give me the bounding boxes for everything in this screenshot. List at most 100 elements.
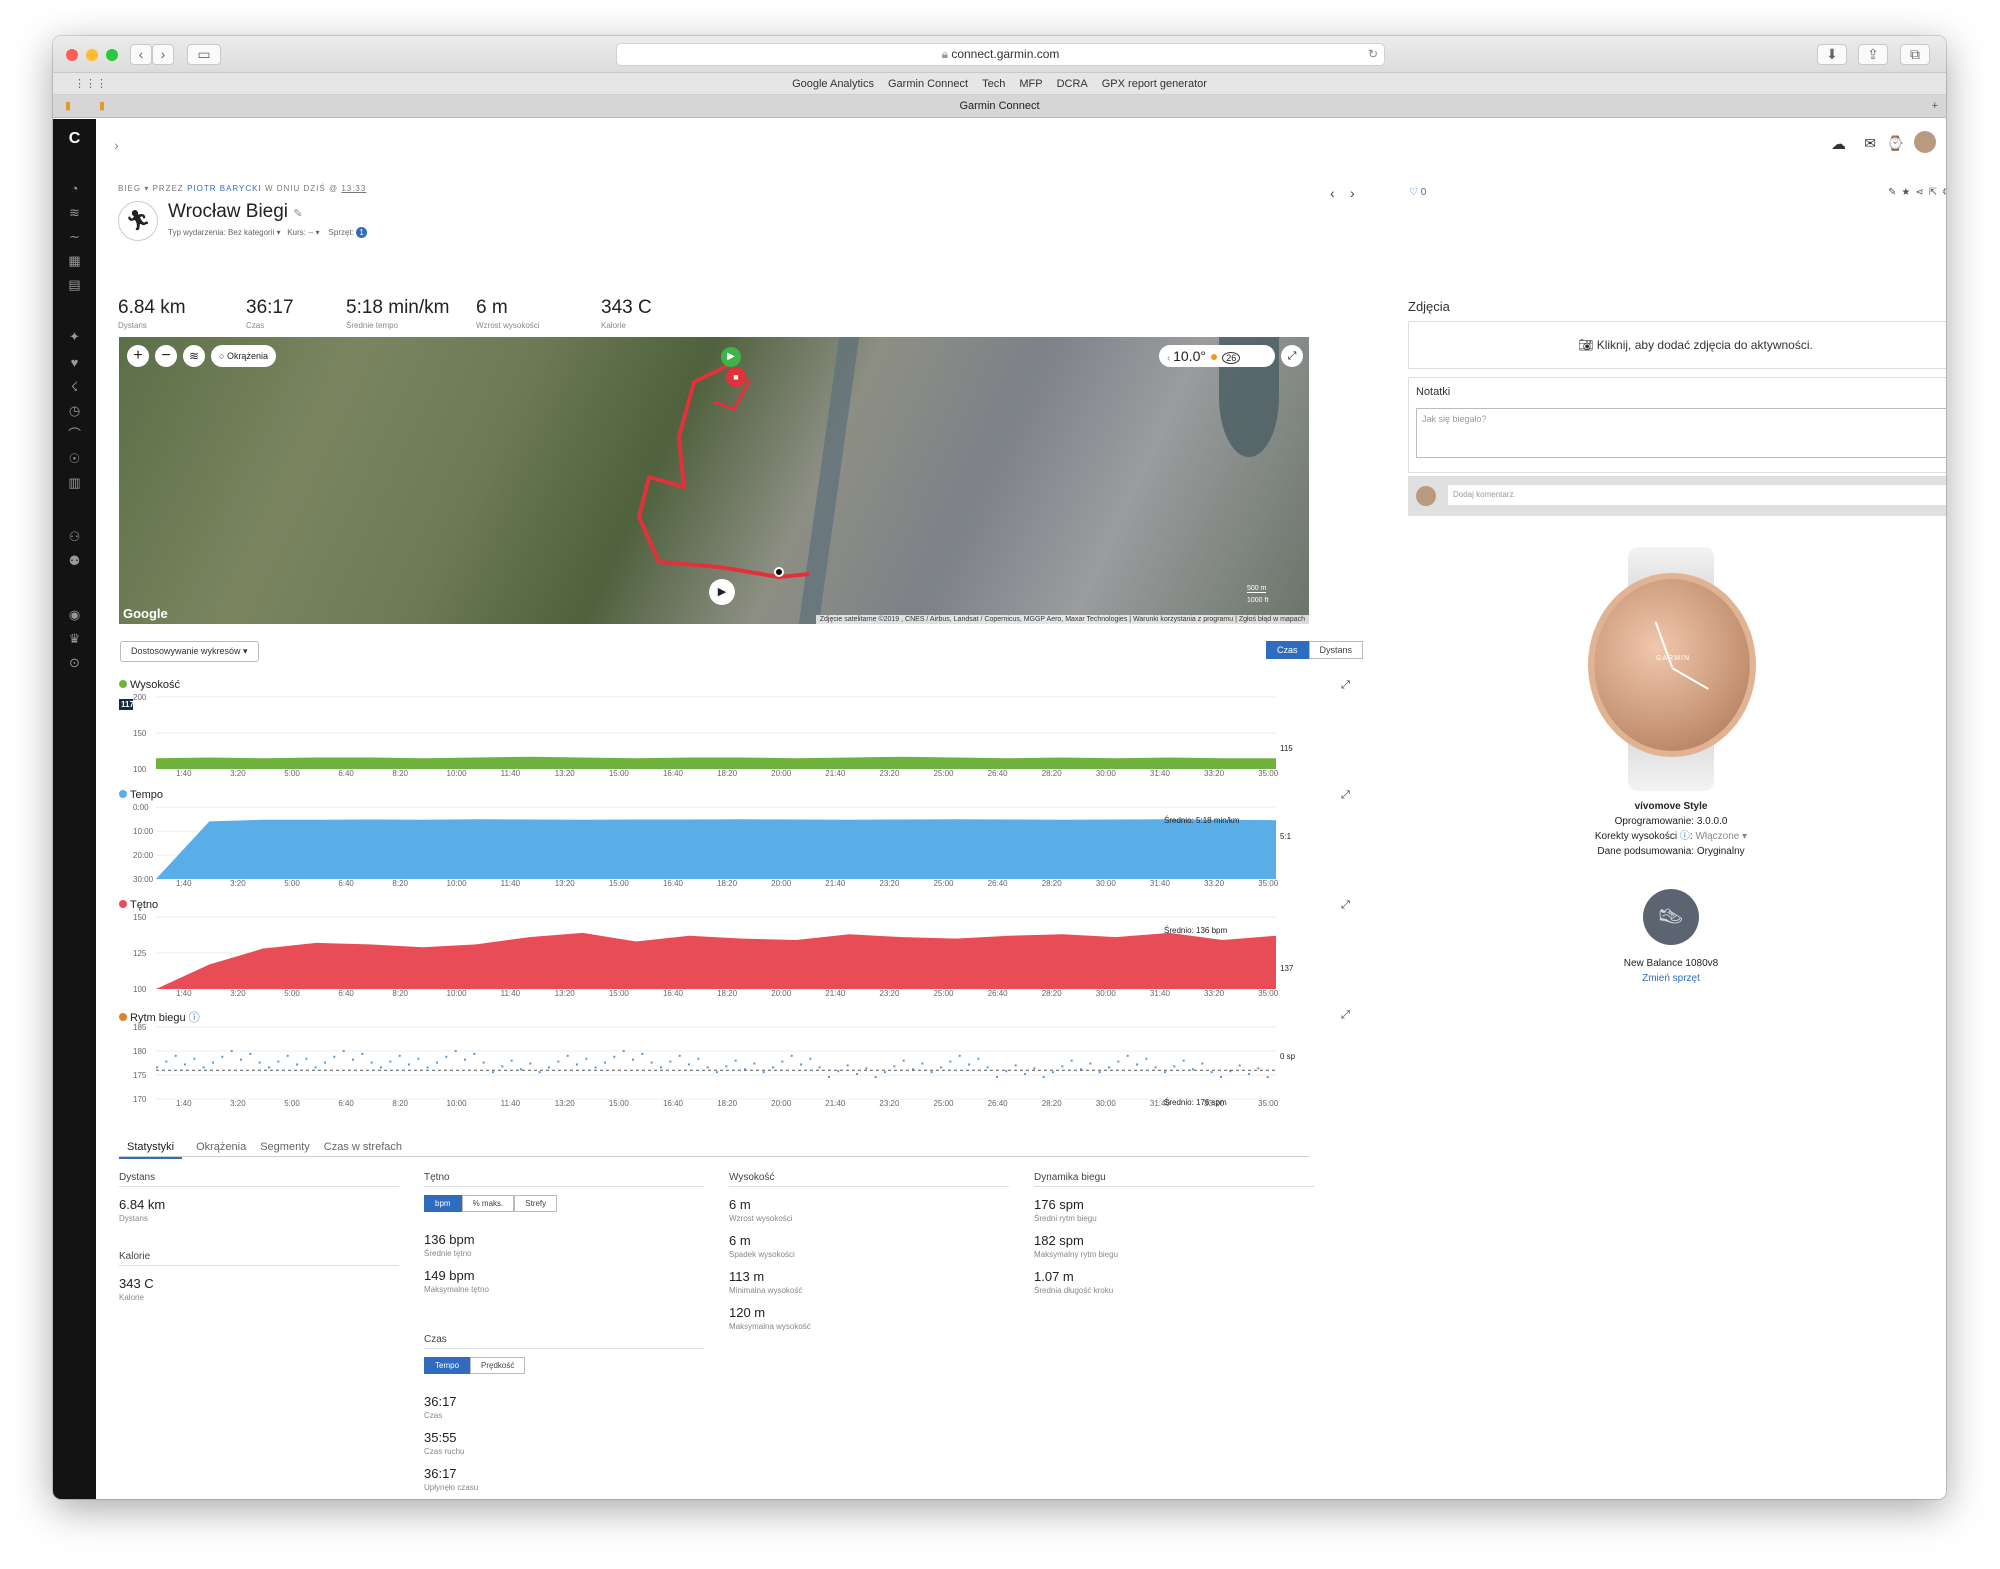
gear-count-badge[interactable]: 1 (356, 227, 368, 238)
like-button[interactable]: ♡ 0 (1409, 187, 1426, 198)
stopwatch-icon[interactable]: ◷ (67, 403, 82, 418)
groups-icon[interactable]: ⚉ (67, 553, 82, 568)
export-icon[interactable]: ⇱ (1929, 187, 1942, 198)
challenges-icon[interactable]: ⊙ (67, 655, 82, 670)
time-axis-button[interactable]: Czas (1266, 641, 1309, 659)
activity-time[interactable]: 13:33 (341, 184, 366, 193)
device-name[interactable]: vívomove Style (1546, 799, 1796, 814)
course-select[interactable]: Kurs: -- ▾ (287, 228, 319, 237)
download-icon[interactable]: ⬇ (1817, 44, 1847, 65)
tab-statistics[interactable]: Statystyki (119, 1141, 183, 1159)
notes-input[interactable]: Jak się biegało? (1416, 408, 1946, 458)
activity-wave-icon[interactable]: ∼ (67, 229, 82, 244)
back-button[interactable]: ‹ (130, 44, 152, 65)
badges-icon[interactable]: ◉ (67, 607, 82, 622)
prev-activity-icon[interactable]: ‹ (1330, 185, 1335, 201)
expand-chart-icon[interactable]: ⤢ (1341, 899, 1350, 912)
fav-google-analytics[interactable]: Google Analytics (792, 78, 874, 90)
trophy-icon[interactable]: ♛ (67, 631, 82, 646)
author-link[interactable]: PIOTR BARYCKI (187, 184, 262, 193)
connections-icon[interactable]: ⚇ (67, 529, 82, 544)
help-icon[interactable]: ⓘ (1680, 831, 1690, 842)
route-map[interactable]: ▶ ■ ▶ + − ≋ ○ Okrążenia ‹ 10.0° ● 26 ⤢ G… (119, 337, 1309, 624)
activity-type[interactable]: BIEG (118, 184, 141, 193)
share-activity-icon[interactable]: ⋖ (1915, 187, 1928, 198)
forward-button[interactable]: › (152, 44, 174, 65)
distance-axis-button[interactable]: Dystans (1308, 641, 1364, 659)
laps-toggle[interactable]: ○ Okrążenia (211, 345, 276, 367)
shoe-icon[interactable]: ⌒ (67, 427, 82, 442)
zoom-window-button[interactable] (106, 49, 118, 61)
edit-icon[interactable]: ✎ (1888, 187, 1901, 198)
fav-mfp[interactable]: MFP (1019, 78, 1042, 90)
star-icon[interactable]: ★ (1901, 187, 1915, 198)
calendar-icon[interactable]: ▦ (67, 253, 82, 268)
chart-heart-rate[interactable]: 150 125 100 1:40 3:20 5:00 6:40 8:20 10:00 11:40 1… (119, 913, 1309, 998)
fav-gpx[interactable]: GPX report generator (1102, 78, 1207, 90)
insights-icon[interactable]: ☉ (67, 451, 82, 466)
reports-icon[interactable]: ▥ (67, 475, 82, 490)
heart-icon[interactable]: ♥ (67, 355, 82, 370)
zoom-out-icon[interactable]: − (155, 345, 177, 367)
stat-toggle-button[interactable]: Strefy (514, 1195, 558, 1212)
device-icon[interactable]: ⌚ (1887, 135, 1904, 152)
fav-dcra[interactable]: DCRA (1057, 78, 1088, 90)
news-icon[interactable]: ▤ (67, 277, 82, 292)
fullscreen-icon[interactable]: ⤢ (1281, 345, 1303, 367)
chart-cadence[interactable]: 185 180 175 170 1:40 3:20 5:00 6:40 8:20 10:00 11:… (119, 1023, 1309, 1108)
event-type-select[interactable]: Typ wydarzenia: Bez kategorii ▾ (168, 228, 281, 237)
garmin-logo-icon[interactable]: C (67, 131, 82, 147)
minimize-window-button[interactable] (86, 49, 98, 61)
expand-chevron-icon[interactable]: › (114, 137, 119, 153)
add-photos-area[interactable]: 📷︎ Kliknij, aby dodać zdjęcia do aktywno… (1408, 321, 1946, 369)
dashboard-icon[interactable]: ◔ (67, 181, 82, 196)
position-marker[interactable] (774, 567, 784, 577)
expand-chart-icon[interactable]: ⤢ (1341, 679, 1350, 692)
comment-input[interactable]: Dodaj komentarz. (1448, 485, 1946, 505)
analytics-tab-icon-2[interactable]: ▮ (99, 95, 105, 117)
stat-toggle-button[interactable]: bpm (424, 1195, 462, 1212)
sidebar-toggle-button[interactable]: ▭ (187, 44, 221, 65)
inbox-icon[interactable]: ✉ (1864, 135, 1876, 152)
tab-segments[interactable]: Segmenty (260, 1141, 310, 1153)
avatar[interactable] (1914, 131, 1936, 153)
shoe-icon-gear[interactable]: 👟︎ (1643, 889, 1699, 945)
address-bar[interactable]: 🔒︎ connect.garmin.com ↻ (616, 43, 1385, 66)
chart-elevation[interactable]: 200 150 100 1:40 3:20 5:00 6:40 8:20 10:00 11:40 1… (119, 693, 1309, 778)
stat-toggle-button[interactable]: Tempo (424, 1357, 471, 1374)
stat-toggle-button[interactable]: % maks. (461, 1195, 515, 1212)
upload-icon[interactable]: ☁ (1831, 135, 1846, 153)
tab-laps[interactable]: Okrążenia (196, 1141, 246, 1153)
tabs-overview-icon[interactable]: ⧉ (1900, 44, 1930, 65)
expand-chart-icon[interactable]: ⤢ (1341, 1009, 1350, 1022)
weather-widget[interactable]: ‹ 10.0° ● 26 (1159, 345, 1275, 367)
customize-charts-button[interactable]: Dostosowywanie wykresów ▾ (120, 641, 259, 662)
stat-toggle-button[interactable]: Prędkość (470, 1357, 526, 1374)
elev-correction-select[interactable]: Włączone ▾ (1695, 831, 1747, 842)
reload-icon[interactable]: ↻ (1368, 44, 1378, 65)
share-icon[interactable]: ⇪ (1858, 44, 1888, 65)
layers-map-icon[interactable]: ≋ (183, 345, 205, 367)
fav-tech[interactable]: Tech (982, 78, 1005, 90)
start-marker-icon[interactable]: ▶ (721, 347, 741, 367)
map-attribution[interactable]: Zdjęcie satelitarne ©2019 , CNES / Airbu… (815, 615, 1309, 624)
expand-chart-icon[interactable]: ⤢ (1341, 789, 1350, 802)
zoom-in-icon[interactable]: + (127, 345, 149, 367)
tab-time-in-zones[interactable]: Czas w strefach (324, 1141, 402, 1153)
close-window-button[interactable] (66, 49, 78, 61)
next-activity-icon[interactable]: › (1350, 185, 1355, 201)
change-gear-link[interactable]: Zmień sprzęt (1546, 971, 1796, 986)
settings-gear-icon[interactable]: ⚙ (1942, 187, 1946, 198)
active-tab[interactable]: Garmin Connect (959, 100, 1039, 112)
chart-pace[interactable]: 0:00 10:00 20:00 30:00 1:40 3:20 5:00 6:40 8:20 1… (119, 803, 1309, 888)
finish-marker-icon[interactable]: ■ (726, 367, 746, 387)
activities-run-icon[interactable]: ✦ (67, 329, 82, 344)
analytics-tab-icon[interactable]: ▮ (65, 95, 71, 117)
new-tab-icon[interactable]: + (1932, 95, 1938, 117)
play-route-icon[interactable]: ▶ (709, 579, 735, 605)
training-icon[interactable]: ☇ (67, 379, 82, 394)
grid-icon[interactable]: ⋮⋮⋮ (74, 73, 107, 95)
fav-garmin-connect[interactable]: Garmin Connect (888, 78, 968, 90)
edit-pencil-icon[interactable]: ✎ (293, 208, 302, 220)
layers-icon[interactable]: ≋ (67, 205, 82, 220)
